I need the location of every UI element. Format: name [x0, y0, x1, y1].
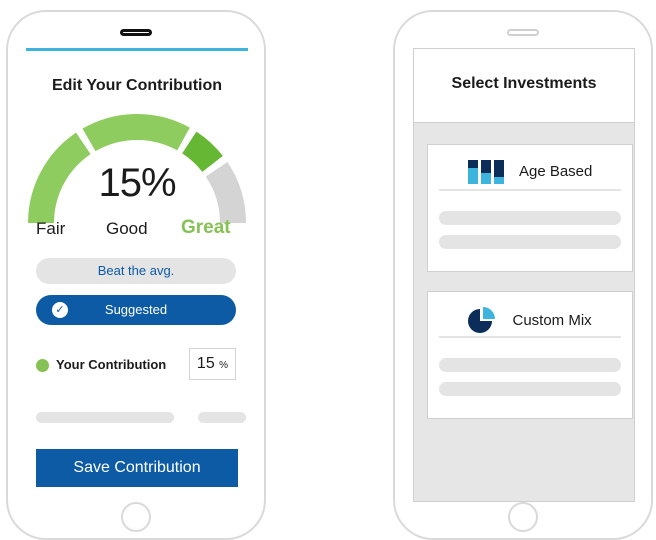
- contribution-input[interactable]: 15 %: [189, 348, 236, 380]
- beat-average-button[interactable]: Beat the avg.: [36, 258, 236, 284]
- gauge-segment-good: [82, 114, 190, 152]
- page-title: Select Investments: [451, 75, 597, 92]
- bar-columns-icon: [467, 160, 504, 184]
- custom-mix-label: Custom Mix: [512, 311, 592, 329]
- age-based-card[interactable]: Age Based: [427, 144, 633, 272]
- placeholder-bar: [439, 382, 621, 396]
- gauge-label-fair: Fair: [36, 219, 66, 238]
- card-divider: [439, 336, 621, 338]
- pie-chart-icon: [468, 307, 496, 333]
- contribution-value: 15: [196, 355, 215, 372]
- contribution-label: Your Contribution: [56, 357, 167, 372]
- suggested-button[interactable]: ✓ Suggested: [36, 295, 236, 325]
- beat-average-label: Beat the avg.: [97, 263, 175, 278]
- custom-mix-card[interactable]: Custom Mix: [427, 291, 633, 419]
- screen-header: Select Investments: [414, 49, 634, 123]
- placeholder-bar: [439, 358, 621, 372]
- placeholder-bar: [439, 211, 621, 225]
- placeholder-bar: [198, 412, 246, 423]
- card-title: Custom Mix: [428, 307, 632, 335]
- status-dot-icon: [36, 359, 49, 372]
- gauge-label-good: Good: [106, 219, 148, 238]
- speaker-slot: [120, 29, 152, 36]
- placeholder-bar: [36, 412, 174, 423]
- card-divider: [439, 189, 621, 191]
- phone-frame-right: Select Investments Age Based Custom Mix: [393, 10, 653, 540]
- speaker-slot: [507, 29, 539, 36]
- home-button[interactable]: [121, 502, 151, 532]
- home-button[interactable]: [508, 502, 538, 532]
- gauge-percent: 15%: [98, 161, 176, 205]
- placeholder-bar: [439, 235, 621, 249]
- edit-contribution-screen: Edit Your Contribution 15% Fair Good Gre…: [26, 48, 248, 502]
- contribution-unit: %: [219, 360, 229, 371]
- gauge-label-great: Great: [181, 217, 231, 238]
- phone-frame-left: Edit Your Contribution 15% Fair Good Gre…: [6, 10, 266, 540]
- age-based-label: Age Based: [518, 162, 593, 180]
- suggested-label: Suggested: [104, 302, 168, 317]
- select-investments-screen: Select Investments Age Based Custom Mix: [413, 48, 635, 502]
- checkmark-icon: ✓: [52, 302, 68, 318]
- card-title: Age Based: [428, 160, 632, 184]
- save-contribution-button[interactable]: Save Contribution: [36, 449, 238, 487]
